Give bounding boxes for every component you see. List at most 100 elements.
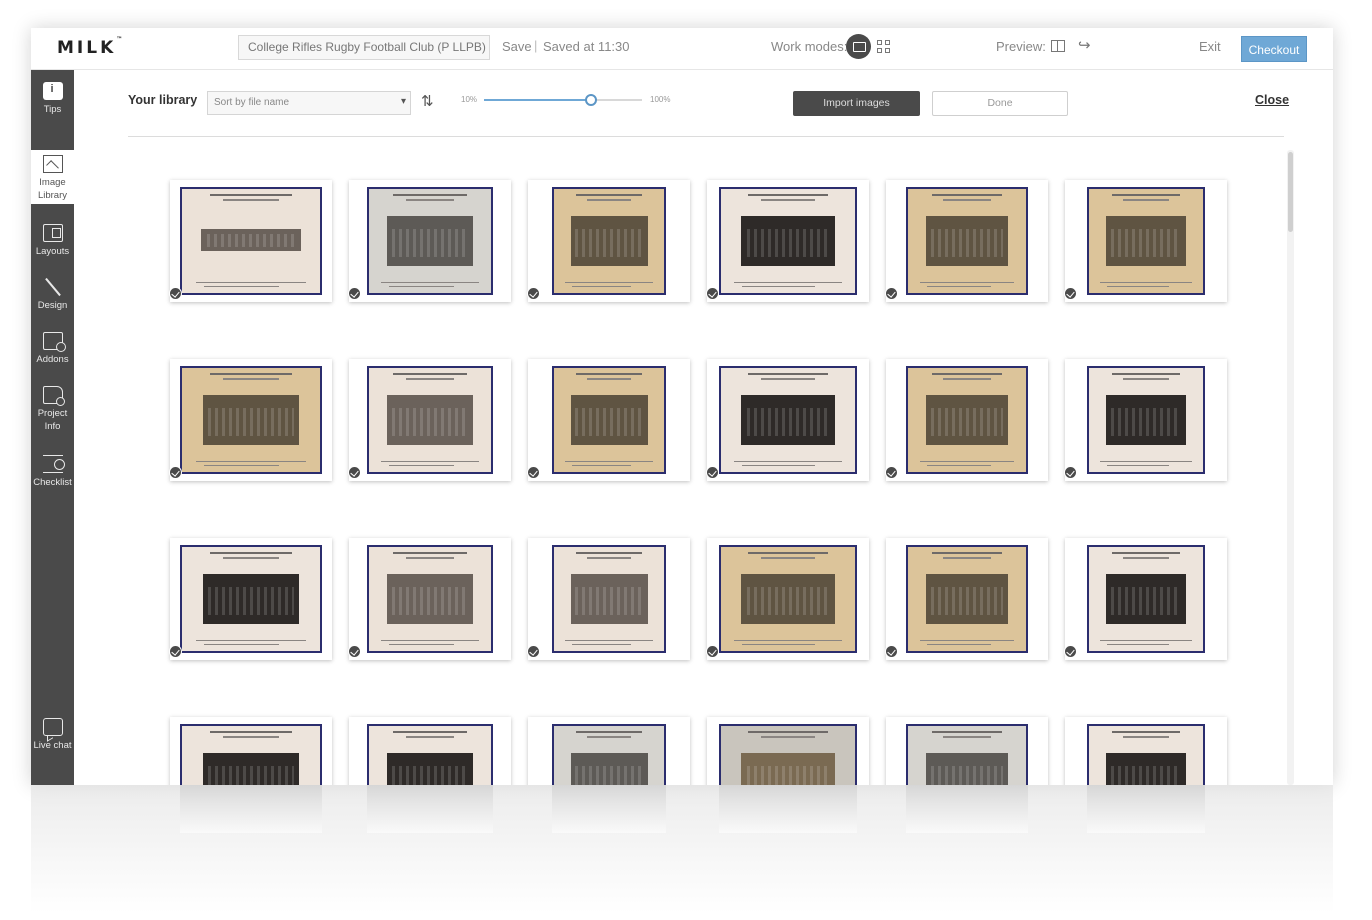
team-photo [925, 216, 1009, 266]
image-thumbnail[interactable] [527, 180, 690, 302]
sidebar-item-project-info[interactable]: Project Info [31, 386, 74, 438]
image-thumbnail[interactable] [706, 538, 869, 660]
image-thumbnail[interactable] [885, 359, 1048, 481]
sidebar-item-design[interactable]: Design [31, 278, 74, 318]
zoom-slider-handle[interactable] [585, 94, 598, 106]
toolbar-divider [128, 136, 1284, 137]
team-photo [1106, 574, 1186, 624]
image-thumbnail[interactable] [528, 717, 690, 785]
preview-label: Preview: [996, 39, 1046, 54]
sidebar: Tips Image Library Layouts Design Addons… [31, 70, 74, 785]
image-thumbnail[interactable] [349, 717, 511, 785]
team-photo [387, 216, 473, 266]
image-thumbnail[interactable] [707, 717, 869, 785]
used-check-icon [527, 645, 540, 658]
live-chat-label: Live chat [33, 740, 72, 751]
team-photo [570, 574, 648, 624]
single-page-mode-icon[interactable] [846, 34, 871, 59]
grid-mode-icon[interactable] [877, 40, 891, 54]
zoom-slider[interactable] [484, 94, 642, 106]
image-thumbnail[interactable] [885, 180, 1048, 302]
photo-mount [1087, 366, 1205, 474]
team-photo [925, 395, 1009, 445]
thumbnail-reflection [367, 785, 493, 833]
sidebar-item-tips[interactable]: Tips [31, 82, 74, 126]
sort-direction-icon[interactable]: ⇅ [421, 92, 434, 110]
sidebar-item-addons[interactable]: Addons [31, 332, 74, 372]
used-check-icon [527, 287, 540, 300]
team-photo [741, 753, 835, 785]
image-thumbnail[interactable] [348, 359, 511, 481]
image-thumbnail[interactable] [886, 717, 1048, 785]
photo-mount [1087, 545, 1205, 653]
scrollbar-thumb[interactable] [1288, 152, 1293, 232]
live-chat-button[interactable]: Live chat [31, 718, 74, 758]
tips-icon [42, 82, 63, 100]
save-separator: | [534, 38, 538, 53]
window-reflection [31, 785, 1333, 920]
sidebar-item-checklist[interactable]: Checklist [31, 455, 74, 495]
image-thumbnail[interactable] [527, 538, 690, 660]
team-photo [570, 753, 648, 785]
image-thumbnail[interactable] [1064, 359, 1227, 481]
book-preview-icon[interactable] [1051, 40, 1065, 52]
photo-mount [367, 366, 493, 474]
sort-dropdown[interactable]: Sort by file name [207, 91, 411, 115]
photo-mount [552, 187, 666, 295]
exit-button[interactable]: Exit [1199, 39, 1221, 54]
photo-mount [180, 545, 322, 653]
photo-mount [367, 724, 493, 785]
photo-mount [906, 545, 1028, 653]
image-thumbnail[interactable] [1065, 717, 1227, 785]
team-photo [1106, 395, 1186, 445]
milk-logo[interactable]: MILK™ [57, 36, 122, 58]
sidebar-item-layouts[interactable]: Layouts [31, 224, 74, 264]
team-photo [1106, 216, 1186, 266]
image-thumbnail[interactable] [348, 180, 511, 302]
done-button[interactable]: Done [932, 91, 1068, 116]
team-photo [202, 753, 300, 785]
image-thumbnail[interactable] [169, 180, 332, 302]
photo-mount [906, 187, 1028, 295]
image-thumbnail[interactable] [885, 538, 1048, 660]
team-photo [387, 395, 473, 445]
image-thumbnail[interactable] [170, 717, 332, 785]
photo-mount [1087, 724, 1205, 785]
saved-status: Saved at 11:30 [543, 39, 630, 54]
image-thumbnail[interactable] [348, 538, 511, 660]
layouts-icon [42, 224, 63, 242]
import-images-button[interactable]: Import images [793, 91, 920, 116]
design-icon [43, 278, 63, 296]
photo-mount [552, 545, 666, 653]
image-thumbnail[interactable] [1064, 538, 1227, 660]
image-thumbnail[interactable] [169, 359, 332, 481]
image-thumbnail[interactable] [706, 359, 869, 481]
thumbnail-reflection [906, 785, 1028, 833]
photo-mount [719, 366, 857, 474]
used-check-icon [348, 466, 361, 479]
share-preview-icon[interactable]: ↪ [1078, 36, 1091, 54]
checkout-button[interactable]: Checkout [1241, 36, 1307, 62]
used-check-icon [885, 645, 898, 658]
close-link[interactable]: Close [1255, 93, 1289, 107]
team-photo [387, 753, 473, 785]
sidebar-item-label: Design [37, 300, 68, 311]
team-photo [201, 228, 301, 252]
project-title-field[interactable]: College Rifles Rugby Football Club (P LL… [238, 35, 490, 60]
scrollbar[interactable] [1287, 150, 1294, 785]
image-thumbnail[interactable] [1064, 180, 1227, 302]
thumbnail-reflection [552, 785, 666, 833]
used-check-icon [348, 287, 361, 300]
photo-mount [906, 724, 1028, 785]
image-thumbnail[interactable] [706, 180, 869, 302]
addons-icon [42, 332, 66, 352]
zoom-max-label: 100% [650, 95, 671, 104]
photo-mount [180, 187, 322, 295]
image-thumbnail[interactable] [169, 538, 332, 660]
team-photo [202, 574, 300, 624]
sidebar-item-image-library[interactable]: Image Library [31, 150, 74, 204]
image-thumbnail[interactable] [527, 359, 690, 481]
photo-mount [180, 366, 322, 474]
used-check-icon [169, 466, 182, 479]
save-button[interactable]: Save [502, 39, 532, 54]
